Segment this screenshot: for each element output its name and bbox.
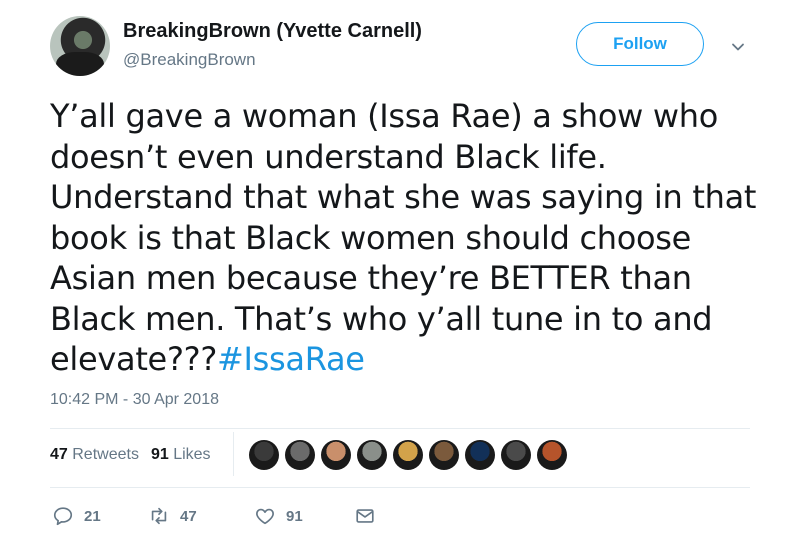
liker-avatar[interactable] — [429, 440, 459, 470]
direct-message-action[interactable] — [354, 505, 376, 527]
follow-button[interactable]: Follow — [576, 22, 704, 66]
tweet-timestamp[interactable]: 10:42 PM - 30 Apr 2018 — [50, 391, 219, 409]
like-action[interactable]: 91 — [254, 505, 303, 527]
tweet-body: Y’all gave a woman (Issa Rae) a show who… — [50, 97, 757, 378]
tweet-text: Y’all gave a woman (Issa Rae) a show who… — [50, 96, 762, 380]
liker-avatar[interactable] — [501, 440, 531, 470]
user-handle[interactable]: @BreakingBrown — [123, 50, 256, 70]
reply-icon — [53, 507, 73, 526]
reply-action[interactable]: 21 — [52, 505, 101, 527]
liker-avatar[interactable] — [357, 440, 387, 470]
stats-row: 47 Retweets 91 Likes — [50, 446, 211, 464]
liker-avatar[interactable] — [393, 440, 423, 470]
heart-icon — [256, 508, 274, 525]
divider-bottom — [50, 487, 750, 488]
divider-top — [50, 428, 750, 429]
like-count: 91 — [286, 507, 303, 525]
envelope-icon — [356, 509, 374, 523]
retweets-stat[interactable]: 47 Retweets — [50, 446, 139, 464]
user-display-name[interactable]: BreakingBrown (Yvette Carnell) — [123, 20, 422, 43]
liker-avatar[interactable] — [285, 440, 315, 470]
likes-count: 91 — [150, 446, 169, 463]
retweet-icon — [151, 507, 167, 525]
retweets-label: Retweets — [72, 446, 139, 463]
liker-avatars — [249, 440, 567, 470]
stats-separator — [233, 432, 234, 476]
liker-avatar[interactable] — [465, 440, 495, 470]
hashtag-link[interactable]: #IssaRae — [217, 340, 365, 378]
retweet-count: 47 — [180, 507, 197, 525]
liker-avatar[interactable] — [321, 440, 351, 470]
retweets-count: 47 — [50, 446, 68, 463]
likes-stat[interactable]: 91 Likes — [151, 446, 211, 464]
retweet-action[interactable]: 47 — [148, 505, 197, 527]
chevron-down-icon[interactable] — [731, 40, 745, 54]
liker-avatar[interactable] — [249, 440, 279, 470]
liker-avatar[interactable] — [537, 440, 567, 470]
avatar[interactable] — [50, 16, 110, 76]
likes-label: Likes — [173, 446, 211, 463]
reply-count: 21 — [84, 507, 101, 525]
